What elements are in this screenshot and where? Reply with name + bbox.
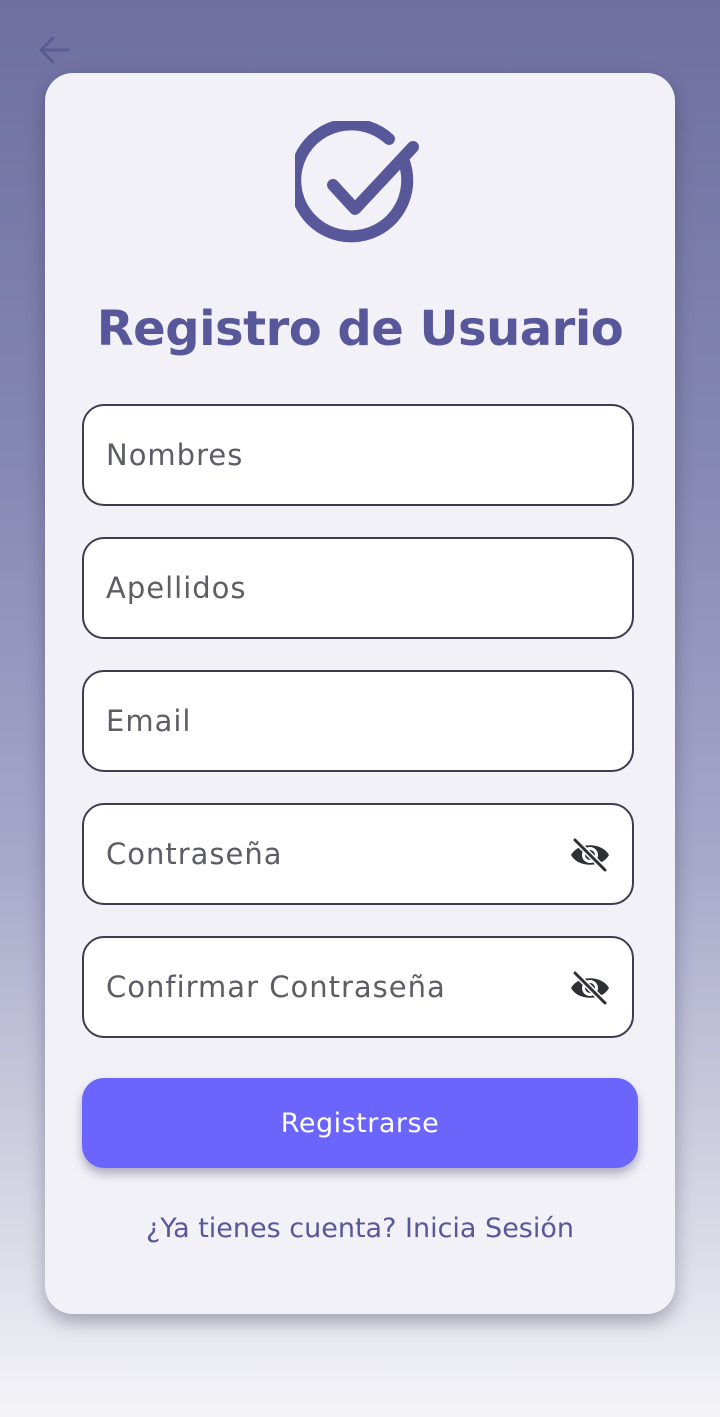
password-field[interactable]: Contraseña: [82, 803, 634, 905]
eye-off-icon: [571, 837, 609, 873]
login-link[interactable]: ¿Ya tienes cuenta? Inicia Sesión: [45, 1213, 675, 1244]
register-button[interactable]: Registrarse: [82, 1078, 638, 1168]
confirm-password-placeholder: Confirmar Contraseña: [106, 970, 446, 1004]
email-placeholder: Email: [106, 704, 192, 738]
first-name-placeholder: Nombres: [106, 438, 244, 472]
page-title: Registro de Usuario: [96, 301, 624, 357]
password-placeholder: Contraseña: [106, 837, 283, 871]
password-visibility-toggle[interactable]: [568, 837, 612, 873]
back-button[interactable]: [34, 30, 74, 70]
email-field[interactable]: Email: [82, 670, 634, 772]
last-name-field[interactable]: Apellidos: [82, 537, 634, 639]
register-card: Registro de Usuario Nombres Apellidos Em…: [45, 73, 675, 1314]
confirm-password-field[interactable]: Confirmar Contraseña: [82, 936, 634, 1038]
check-circle-icon: [295, 121, 419, 243]
eye-off-icon: [571, 970, 609, 1006]
arrow-left-icon: [39, 36, 70, 64]
last-name-placeholder: Apellidos: [106, 571, 247, 605]
first-name-field[interactable]: Nombres: [82, 404, 634, 506]
confirm-password-visibility-toggle[interactable]: [568, 970, 612, 1006]
